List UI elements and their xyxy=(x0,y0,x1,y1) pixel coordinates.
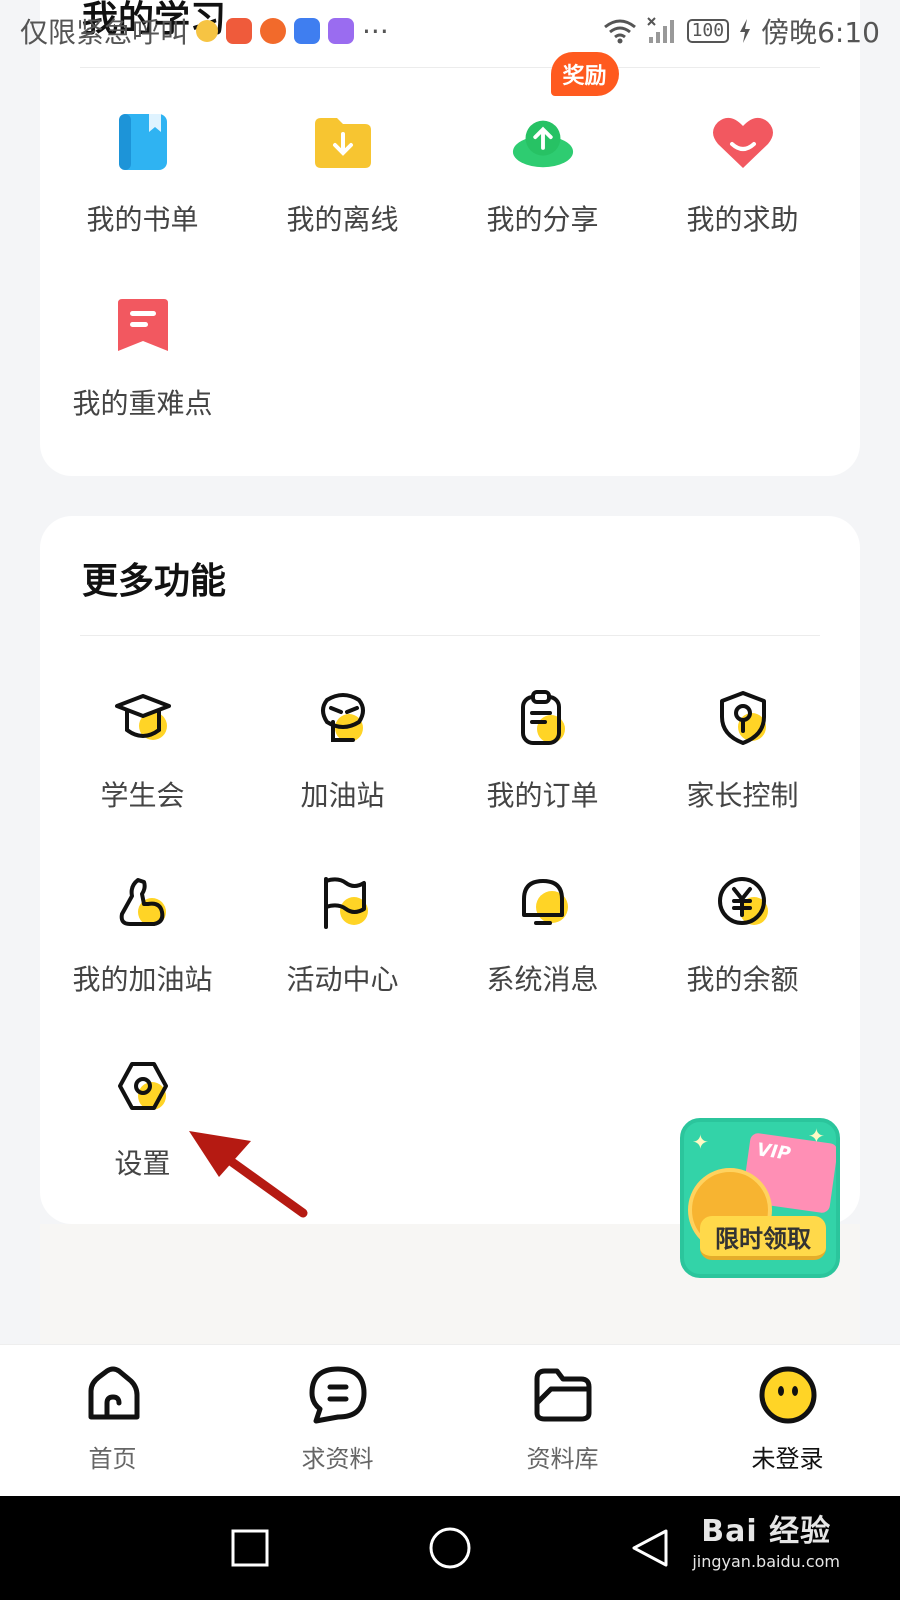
bell-icon xyxy=(511,870,575,934)
feature-label: 设置 xyxy=(114,1147,171,1180)
status-bar: 仅限紧急呼叫 ··· 100 傍晚6:10 xyxy=(0,0,900,62)
yuan-coin-icon xyxy=(711,870,775,934)
feature-activity-center[interactable]: 活动中心 xyxy=(240,870,445,998)
system-nav-bar: Bai 经验 jingyan.baidu.com xyxy=(0,1496,900,1600)
status-left: 仅限紧急呼叫 ··· xyxy=(20,11,389,51)
feature-system-messages[interactable]: 系统消息 xyxy=(440,870,645,998)
download-folder-icon xyxy=(311,110,375,174)
feature-parental-control[interactable]: 家长控制 xyxy=(640,686,845,814)
annotation-arrow-icon xyxy=(189,1131,308,1218)
feature-label: 加油站 xyxy=(300,779,385,812)
feature-label: 活动中心 xyxy=(286,963,399,996)
study-item-label: 我的书单 xyxy=(86,203,199,236)
wifi-icon xyxy=(603,19,636,44)
notification-app-icon xyxy=(260,18,287,44)
graduation-cap-icon xyxy=(111,686,175,750)
more-notifications-icon: ··· xyxy=(362,14,389,48)
study-item-label: 我的离线 xyxy=(286,203,399,236)
back-triangle-icon[interactable] xyxy=(630,1528,670,1568)
feature-my-orders[interactable]: 我的订单 xyxy=(440,686,645,814)
charging-icon xyxy=(740,19,751,43)
study-item-offline[interactable]: 我的离线 xyxy=(240,110,445,238)
clock: 傍晚6:10 xyxy=(761,16,880,49)
promo-label: 限时领取 xyxy=(700,1216,826,1260)
feature-label: 学生会 xyxy=(100,779,185,812)
muscle-arm-icon xyxy=(111,870,175,934)
chat-bubble-icon xyxy=(309,1366,366,1424)
divider xyxy=(80,67,820,68)
cloud-upload-icon: 奖励 xyxy=(511,52,619,174)
recent-apps-icon[interactable] xyxy=(230,1528,270,1568)
divider xyxy=(80,635,820,636)
study-item-label: 我的分享 xyxy=(486,203,599,236)
tab-label: 首页 xyxy=(88,1445,137,1473)
bottom-tab-bar: 首页 求资料 资料库 未登录 xyxy=(0,1344,900,1496)
feature-my-gas-station[interactable]: 我的加油站 xyxy=(40,870,245,998)
feature-label: 我的订单 xyxy=(486,779,599,812)
sparkle-icon: ✦ xyxy=(692,1130,709,1154)
watermark-sub: jingyan.baidu.com xyxy=(692,1552,840,1571)
settings-hex-icon xyxy=(111,1054,175,1118)
flag-icon xyxy=(311,870,375,934)
notification-app-icon xyxy=(196,20,219,42)
tab-label: 求资料 xyxy=(301,1445,374,1473)
notification-app-icon xyxy=(226,18,253,44)
watermark-main: Bai 经验 xyxy=(701,1514,832,1549)
folder-icon xyxy=(534,1368,591,1422)
limited-time-promo[interactable]: ✦ ✦ VIP 限时领取 xyxy=(680,1118,840,1278)
vip-text: VIP xyxy=(755,1139,792,1165)
tab-request-materials[interactable]: 求资料 xyxy=(225,1345,450,1497)
study-item-help[interactable]: 我的求助 xyxy=(640,110,845,238)
more-section-title: 更多功能 xyxy=(82,561,227,602)
tab-library[interactable]: 资料库 xyxy=(450,1345,675,1497)
baidu-jingyan-watermark: Bai 经验 jingyan.baidu.com xyxy=(692,1506,840,1571)
feature-label: 系统消息 xyxy=(486,963,599,996)
study-item-label: 我的重难点 xyxy=(72,387,213,420)
status-right: 100 傍晚6:10 xyxy=(603,11,880,51)
bookmark-note-icon xyxy=(111,294,175,358)
emergency-call-text: 仅限紧急呼叫 xyxy=(20,16,189,49)
feature-label: 家长控制 xyxy=(686,779,799,812)
study-item-booklist[interactable]: 我的书单 xyxy=(40,110,245,238)
feature-gas-station[interactable]: 加油站 xyxy=(240,686,445,814)
study-card: 我的学习 我的书单 我的离线 奖励 我的分享 我的求助 我的重难点 xyxy=(40,0,860,476)
notification-app-icon xyxy=(294,18,321,44)
tab-label: 未登录 xyxy=(751,1445,824,1473)
tab-label: 资料库 xyxy=(526,1445,599,1473)
tab-not-logged-in[interactable]: 未登录 xyxy=(675,1345,900,1497)
shield-key-icon xyxy=(711,686,775,750)
feature-label: 我的余额 xyxy=(686,963,799,996)
feature-my-balance[interactable]: 我的余额 xyxy=(640,870,845,998)
battery-indicator: 100 xyxy=(686,19,730,43)
avatar-smile-icon xyxy=(759,1366,816,1424)
study-item-keypoints[interactable]: 我的重难点 xyxy=(40,294,245,422)
home-icon xyxy=(88,1366,139,1420)
heart-help-icon xyxy=(711,110,775,174)
home-circle-icon[interactable] xyxy=(428,1526,472,1570)
book-icon xyxy=(111,110,175,174)
face-mask-icon xyxy=(311,686,375,750)
tab-home[interactable]: 首页 xyxy=(0,1345,225,1497)
notification-app-icon xyxy=(328,18,355,44)
clipboard-icon xyxy=(511,686,575,750)
study-item-share[interactable]: 奖励 我的分享 xyxy=(440,52,645,238)
study-item-label: 我的求助 xyxy=(686,203,799,236)
signal-icon xyxy=(646,17,674,43)
feature-student-union[interactable]: 学生会 xyxy=(40,686,245,814)
feature-label: 我的加油站 xyxy=(72,963,213,996)
